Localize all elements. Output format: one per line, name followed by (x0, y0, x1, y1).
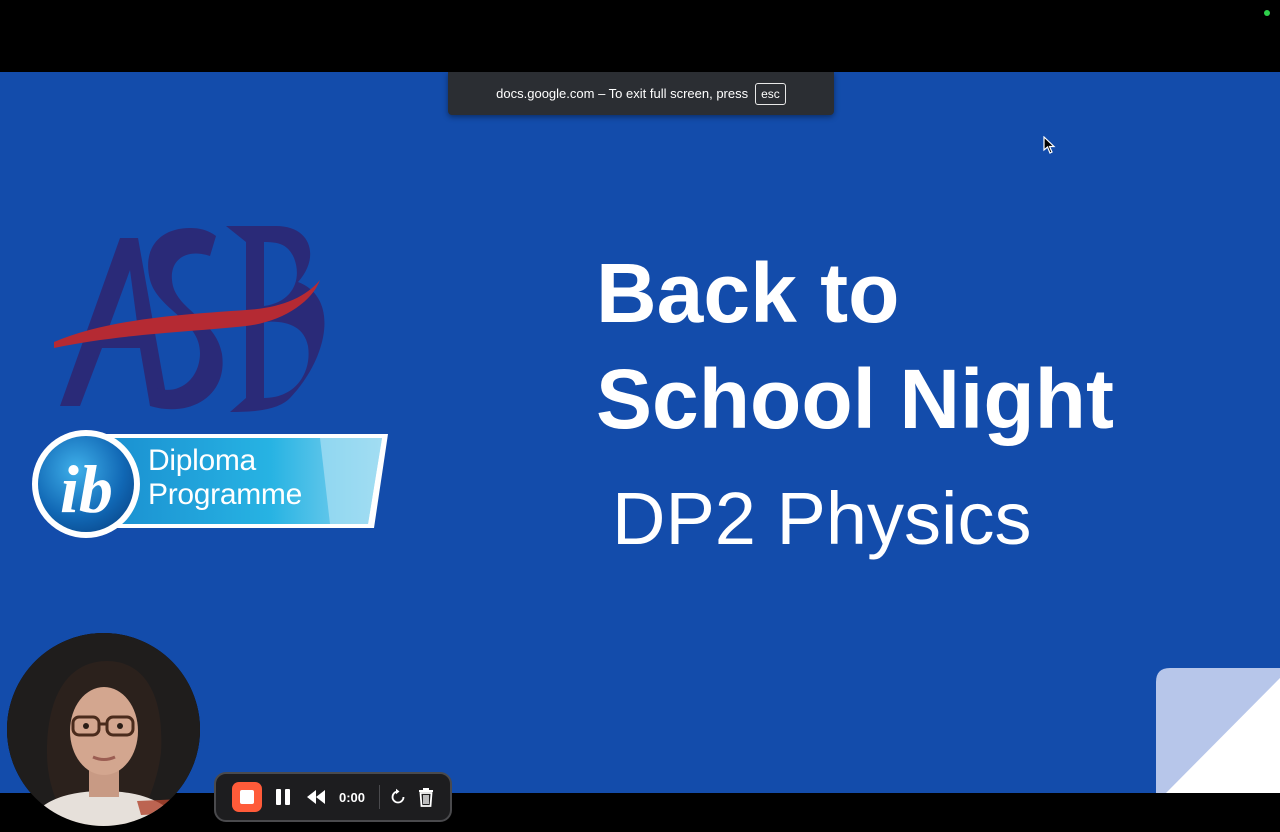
stop-recording-button[interactable] (232, 782, 262, 812)
corner-decoration (1156, 668, 1280, 793)
fullscreen-toast-message: docs.google.com – To exit full screen, p… (496, 86, 749, 101)
webcam-bubble[interactable] (7, 633, 200, 826)
bottom-letterbox (0, 793, 1280, 832)
slide-subtitle: DP2 Physics (612, 477, 1032, 560)
slide-title: Back to School Night (596, 240, 1114, 452)
svg-text:ib: ib (60, 451, 113, 527)
pause-icon[interactable] (274, 787, 292, 807)
stop-icon (240, 790, 254, 804)
controls-divider (379, 785, 381, 809)
ib-line-2: Programme (148, 478, 303, 511)
ib-line-1: Diploma (148, 444, 256, 477)
slide-title-line-1: Back to (596, 246, 900, 340)
presenter-video (7, 633, 200, 826)
recording-indicator-dot (1264, 10, 1270, 16)
recording-controls: 0:00 (214, 772, 452, 822)
esc-key-hint[interactable]: esc (755, 82, 786, 105)
asb-logo (54, 226, 325, 412)
recording-timer: 0:00 (339, 789, 366, 805)
restart-icon[interactable] (389, 788, 407, 806)
fullscreen-exit-toast: docs.google.com – To exit full screen, p… (448, 72, 834, 115)
trash-icon[interactable] (417, 787, 435, 807)
ib-programme-text: Diploma Programme (148, 444, 302, 512)
slide-title-line-2: School Night (596, 352, 1114, 446)
top-letterbox (0, 0, 1280, 72)
rewind-icon[interactable] (305, 787, 327, 807)
mouse-cursor-icon (1043, 136, 1056, 154)
